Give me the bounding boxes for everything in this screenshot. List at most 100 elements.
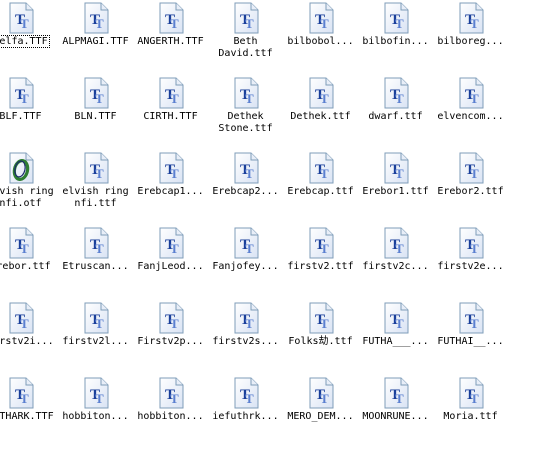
file-item[interactable]: T T ANGERTH.TTF bbox=[133, 0, 208, 75]
truetype-font-icon: TT bbox=[82, 77, 110, 109]
file-item[interactable]: T T Beth David.ttf bbox=[208, 0, 283, 75]
truetype-font-icon: TT bbox=[382, 377, 410, 409]
file-item[interactable]: T T Dethek.ttf bbox=[283, 75, 358, 150]
file-name: bilboreg... bbox=[437, 36, 504, 47]
file-item[interactable]: T T CIRTH.TTF bbox=[133, 75, 208, 150]
svg-text:T: T bbox=[245, 166, 254, 181]
truetype-font-icon: TT bbox=[82, 377, 110, 409]
file-item[interactable]: T T firstv2c... bbox=[358, 225, 433, 300]
file-item[interactable]: T T bilbobol... bbox=[283, 0, 358, 75]
svg-text:T: T bbox=[170, 166, 179, 181]
file-item[interactable]: elvish ring nfi.otf bbox=[0, 150, 58, 225]
file-name: FUTHAI__... bbox=[437, 336, 504, 347]
truetype-font-icon: TT bbox=[7, 302, 35, 334]
file-item[interactable]: T T Etruscan... bbox=[58, 225, 133, 300]
file-name: firstv2l... bbox=[62, 336, 129, 347]
file-item[interactable]: T T Folks劫.ttf bbox=[283, 300, 358, 375]
file-item[interactable]: TT firstv2i... bbox=[0, 300, 58, 375]
file-item[interactable]: T T Erebcap2... bbox=[208, 150, 283, 225]
svg-text:T: T bbox=[20, 16, 29, 31]
file-item[interactable]: T T Erebor1.ttf bbox=[358, 150, 433, 225]
truetype-font-icon: TT bbox=[7, 2, 35, 34]
file-item[interactable]: T T FUTHAI__... bbox=[433, 300, 508, 375]
file-name: Dethek.ttf bbox=[290, 111, 351, 122]
file-name: Erebor1.ttf bbox=[362, 186, 429, 197]
file-item[interactable]: T T FUTHA___... bbox=[358, 300, 433, 375]
svg-text:T: T bbox=[170, 91, 179, 106]
svg-text:T: T bbox=[170, 316, 179, 331]
svg-text:T: T bbox=[320, 316, 329, 331]
svg-text:T: T bbox=[170, 391, 179, 406]
svg-text:T: T bbox=[320, 91, 329, 106]
file-name: bilbobol... bbox=[287, 36, 354, 47]
truetype-font-icon: TT bbox=[457, 227, 485, 259]
file-name: FUTHA___... bbox=[362, 336, 429, 347]
file-item[interactable]: T T bilbofin... bbox=[358, 0, 433, 75]
file-item[interactable]: T T firstv2.ttf bbox=[283, 225, 358, 300]
file-item[interactable]: T T BLF.TTF bbox=[0, 75, 58, 150]
file-name: firstv2i... bbox=[0, 336, 54, 347]
file-item[interactable]: T T MERO_DEM... bbox=[283, 375, 358, 450]
svg-text:T: T bbox=[470, 241, 479, 256]
file-name: FUTHARK.TTF bbox=[0, 411, 54, 422]
file-name: firstv2s... bbox=[212, 336, 279, 347]
file-item[interactable]: T T Erebcap1... bbox=[133, 150, 208, 225]
file-item[interactable]: T Telvish ring nfi.ttf bbox=[58, 150, 133, 225]
file-item[interactable]: T T iefuthrk... bbox=[208, 375, 283, 450]
file-item[interactable]: T T ALPMAGI.TTF bbox=[58, 0, 133, 75]
file-name: Erebor2.ttf bbox=[437, 186, 504, 197]
svg-text:T: T bbox=[395, 166, 404, 181]
file-item[interactable]: T T dwarf.ttf bbox=[358, 75, 433, 150]
truetype-font-icon: TT bbox=[7, 377, 35, 409]
truetype-font-icon: TT bbox=[157, 152, 185, 184]
truetype-font-icon: TT bbox=[157, 77, 185, 109]
truetype-font-icon: TT bbox=[157, 377, 185, 409]
truetype-font-icon: TT bbox=[307, 302, 335, 334]
truetype-font-icon: TT bbox=[7, 77, 35, 109]
file-item[interactable]: T T hobbiton... bbox=[133, 375, 208, 450]
truetype-font-icon: TT bbox=[82, 2, 110, 34]
file-name: MOONRUNE... bbox=[362, 411, 429, 422]
svg-text:T: T bbox=[95, 241, 104, 256]
truetype-font-icon: TT bbox=[307, 77, 335, 109]
truetype-font-icon: TT bbox=[307, 2, 335, 34]
file-item[interactable]: T T Erebor2.ttf bbox=[433, 150, 508, 225]
file-name: elvencom... bbox=[437, 111, 504, 122]
file-item[interactable]: T T firstv2l... bbox=[58, 300, 133, 375]
file-item[interactable]: T T Moria.ttf bbox=[433, 375, 508, 450]
file-name: Erebcap.ttf bbox=[287, 186, 354, 197]
file-name: iefuthrk... bbox=[212, 411, 279, 422]
file-item[interactable]: T T bilboreg... bbox=[433, 0, 508, 75]
truetype-font-icon: TT bbox=[307, 227, 335, 259]
file-item[interactable]: T T firstv2s... bbox=[208, 300, 283, 375]
file-item[interactable]: T T MOONRUNE... bbox=[358, 375, 433, 450]
svg-text:T: T bbox=[470, 16, 479, 31]
file-item[interactable]: T T Firstv2p... bbox=[133, 300, 208, 375]
svg-text:T: T bbox=[395, 91, 404, 106]
truetype-font-icon: TT bbox=[382, 227, 410, 259]
file-icon-grid: TTaelfa.TTF TTALPMAGI.TTF TTANGERTH.TTF … bbox=[0, 0, 508, 450]
truetype-font-icon: TT bbox=[382, 77, 410, 109]
file-item[interactable]: T T BLN.TTF bbox=[58, 75, 133, 150]
file-name: hobbiton... bbox=[62, 411, 129, 422]
file-item[interactable]: T T elvencom... bbox=[433, 75, 508, 150]
file-item[interactable]: TT Erebor.ttf bbox=[0, 225, 58, 300]
svg-text:T: T bbox=[395, 16, 404, 31]
file-name: firstv2.ttf bbox=[287, 261, 354, 272]
file-item[interactable]: TT FUTHARK.TTF bbox=[0, 375, 58, 450]
truetype-font-icon: TT bbox=[457, 377, 485, 409]
svg-text:T: T bbox=[20, 391, 29, 406]
truetype-font-icon: TT bbox=[232, 2, 260, 34]
file-item[interactable]: T T FanjLeod... bbox=[133, 225, 208, 300]
file-item[interactable]: T T hobbiton... bbox=[58, 375, 133, 450]
file-item[interactable]: T T Dethek Stone.ttf bbox=[208, 75, 283, 150]
file-name: bilbofin... bbox=[362, 36, 429, 47]
file-item[interactable]: T T firstv2e... bbox=[433, 225, 508, 300]
truetype-font-icon: TT bbox=[382, 302, 410, 334]
file-item[interactable]: T T Erebcap.ttf bbox=[283, 150, 358, 225]
file-item[interactable]: TTaelfa.TTF bbox=[0, 0, 58, 75]
file-item[interactable]: T T Fanjofey... bbox=[208, 225, 283, 300]
file-name: elvish ring nfi.otf bbox=[0, 186, 54, 209]
file-name: firstv2c... bbox=[362, 261, 429, 272]
file-name: Beth David.ttf bbox=[218, 36, 273, 59]
